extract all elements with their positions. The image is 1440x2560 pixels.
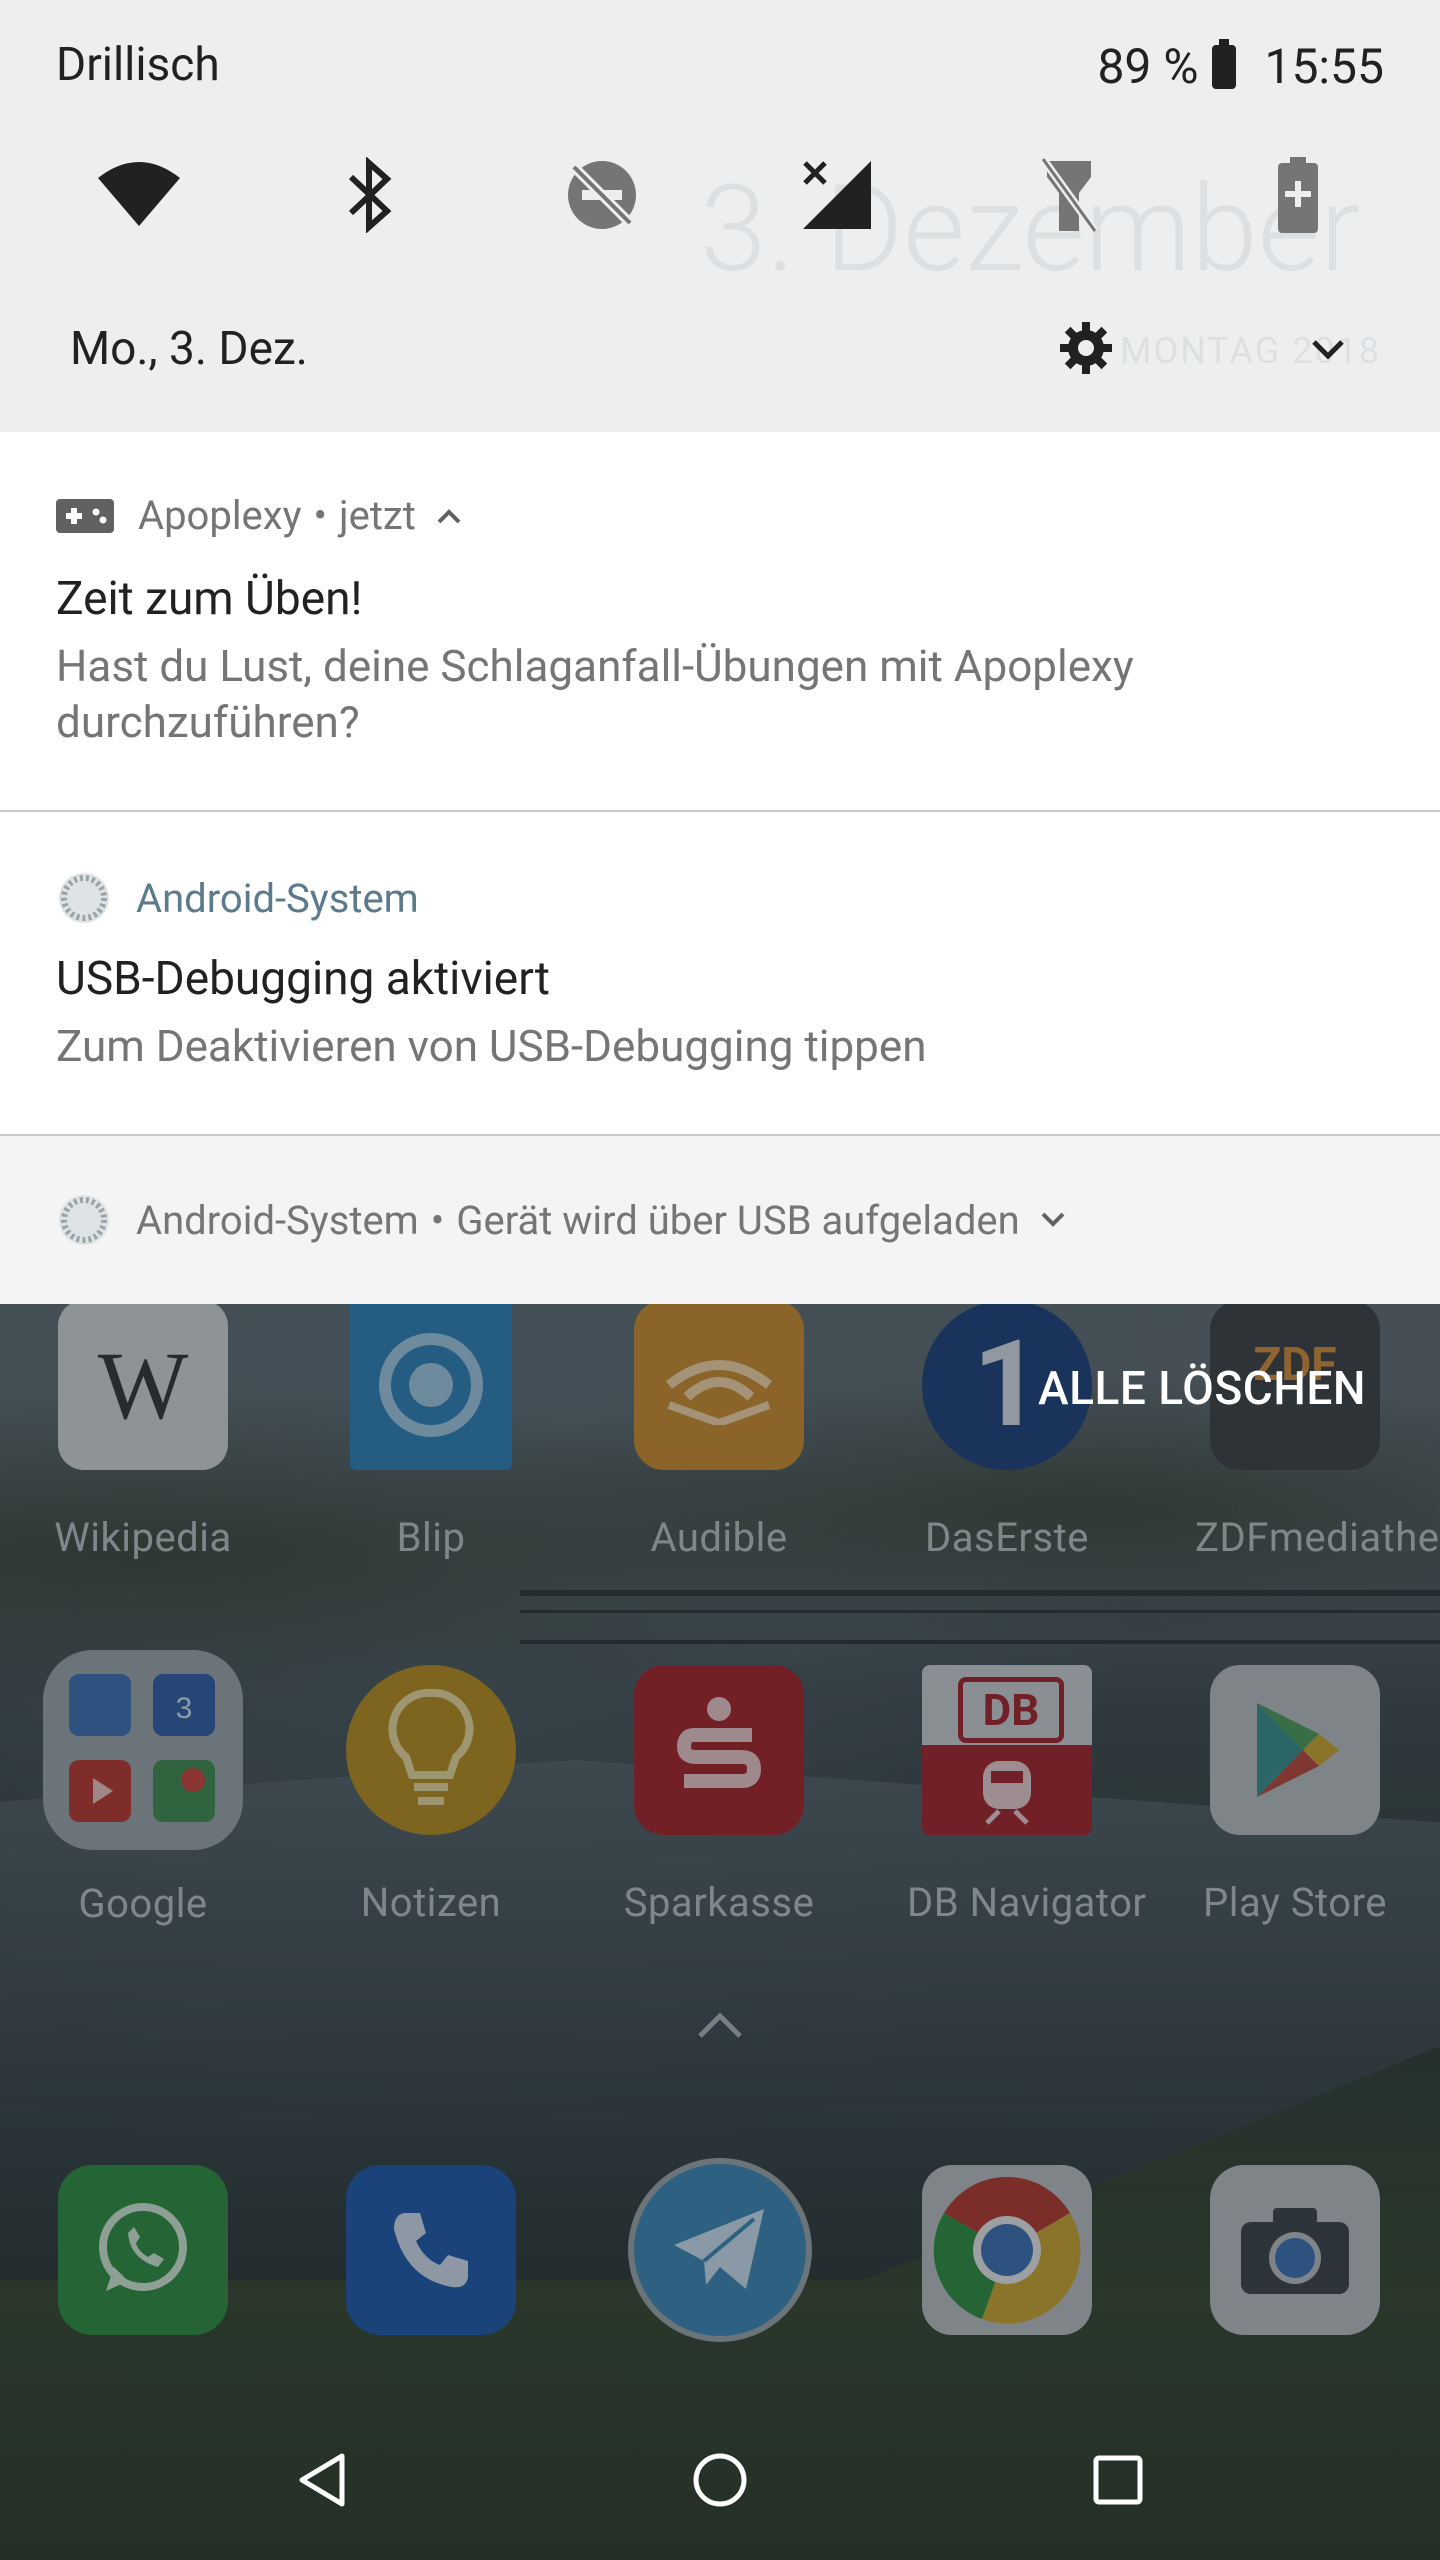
android-system-icon bbox=[59, 1195, 109, 1245]
notification-usb-debugging[interactable]: Android-System USB-Debugging aktiviert Z… bbox=[0, 812, 1440, 1134]
expand-chevron-icon[interactable] bbox=[1308, 330, 1348, 370]
notification-apoplexy[interactable]: Apoplexy • jetzt Zeit zum Üben! Hast du … bbox=[0, 432, 1440, 810]
separator-dot: • bbox=[430, 1196, 445, 1244]
android-system-icon bbox=[59, 873, 109, 923]
wifi-icon[interactable] bbox=[94, 150, 184, 240]
battery-charging-icon bbox=[1212, 38, 1237, 89]
settings-gear-icon[interactable] bbox=[1058, 320, 1114, 376]
notification-usb-charging[interactable]: Android-System • Gerät wird über USB auf… bbox=[0, 1136, 1440, 1304]
chevron-up-icon[interactable] bbox=[436, 507, 462, 525]
notification-header: Android-System bbox=[56, 870, 419, 926]
notification-header: Apoplexy • jetzt bbox=[56, 492, 462, 539]
status-right: 89 % 15:55 bbox=[1097, 38, 1384, 95]
notification-time: jetzt bbox=[339, 492, 416, 539]
notification-text: Zum Deaktivieren von USB-Debugging tippe… bbox=[56, 1020, 927, 1072]
notification-header: Android-System • Gerät wird über USB auf… bbox=[56, 1192, 1066, 1248]
recents-icon[interactable] bbox=[1078, 2440, 1158, 2520]
back-icon[interactable] bbox=[282, 2440, 362, 2520]
home-icon[interactable] bbox=[680, 2440, 760, 2520]
quick-settings-panel: 3. Dezember MONTAG 2018 Drillisch 89 % 1… bbox=[0, 0, 1440, 432]
battery-percent: 89 % bbox=[1097, 38, 1199, 95]
battery-saver-icon[interactable] bbox=[1253, 150, 1343, 240]
flashlight-off-icon[interactable] bbox=[1024, 150, 1114, 240]
navigation-bar bbox=[0, 2400, 1440, 2560]
dnd-off-icon[interactable] bbox=[557, 150, 647, 240]
separator-dot: • bbox=[313, 492, 328, 539]
notification-summary: Gerät wird über USB aufgeladen bbox=[456, 1196, 1020, 1244]
date-label: Mo., 3. Dez. bbox=[70, 322, 308, 376]
notification-app-name: Android-System bbox=[136, 874, 419, 922]
notification-app-name: Android-System bbox=[136, 1196, 419, 1244]
chevron-down-icon[interactable] bbox=[1040, 1211, 1066, 1229]
quick-settings-tiles bbox=[0, 150, 1440, 240]
notification-text: Hast du Lust, deine Schlaganfall-Übungen… bbox=[56, 640, 1134, 748]
bluetooth-icon[interactable] bbox=[325, 150, 415, 240]
gamepad-icon bbox=[56, 498, 114, 533]
clock: 15:55 bbox=[1264, 38, 1384, 95]
notification-title: USB-Debugging aktiviert bbox=[56, 952, 550, 1006]
clear-all-button[interactable]: ALLE LÖSCHEN bbox=[1038, 1362, 1366, 1416]
notification-title: Zeit zum Üben! bbox=[56, 572, 363, 626]
mobile-data-off-icon[interactable] bbox=[792, 150, 882, 240]
notification-app-name: Apoplexy bbox=[138, 492, 302, 539]
carrier-name: Drillisch bbox=[56, 38, 220, 92]
